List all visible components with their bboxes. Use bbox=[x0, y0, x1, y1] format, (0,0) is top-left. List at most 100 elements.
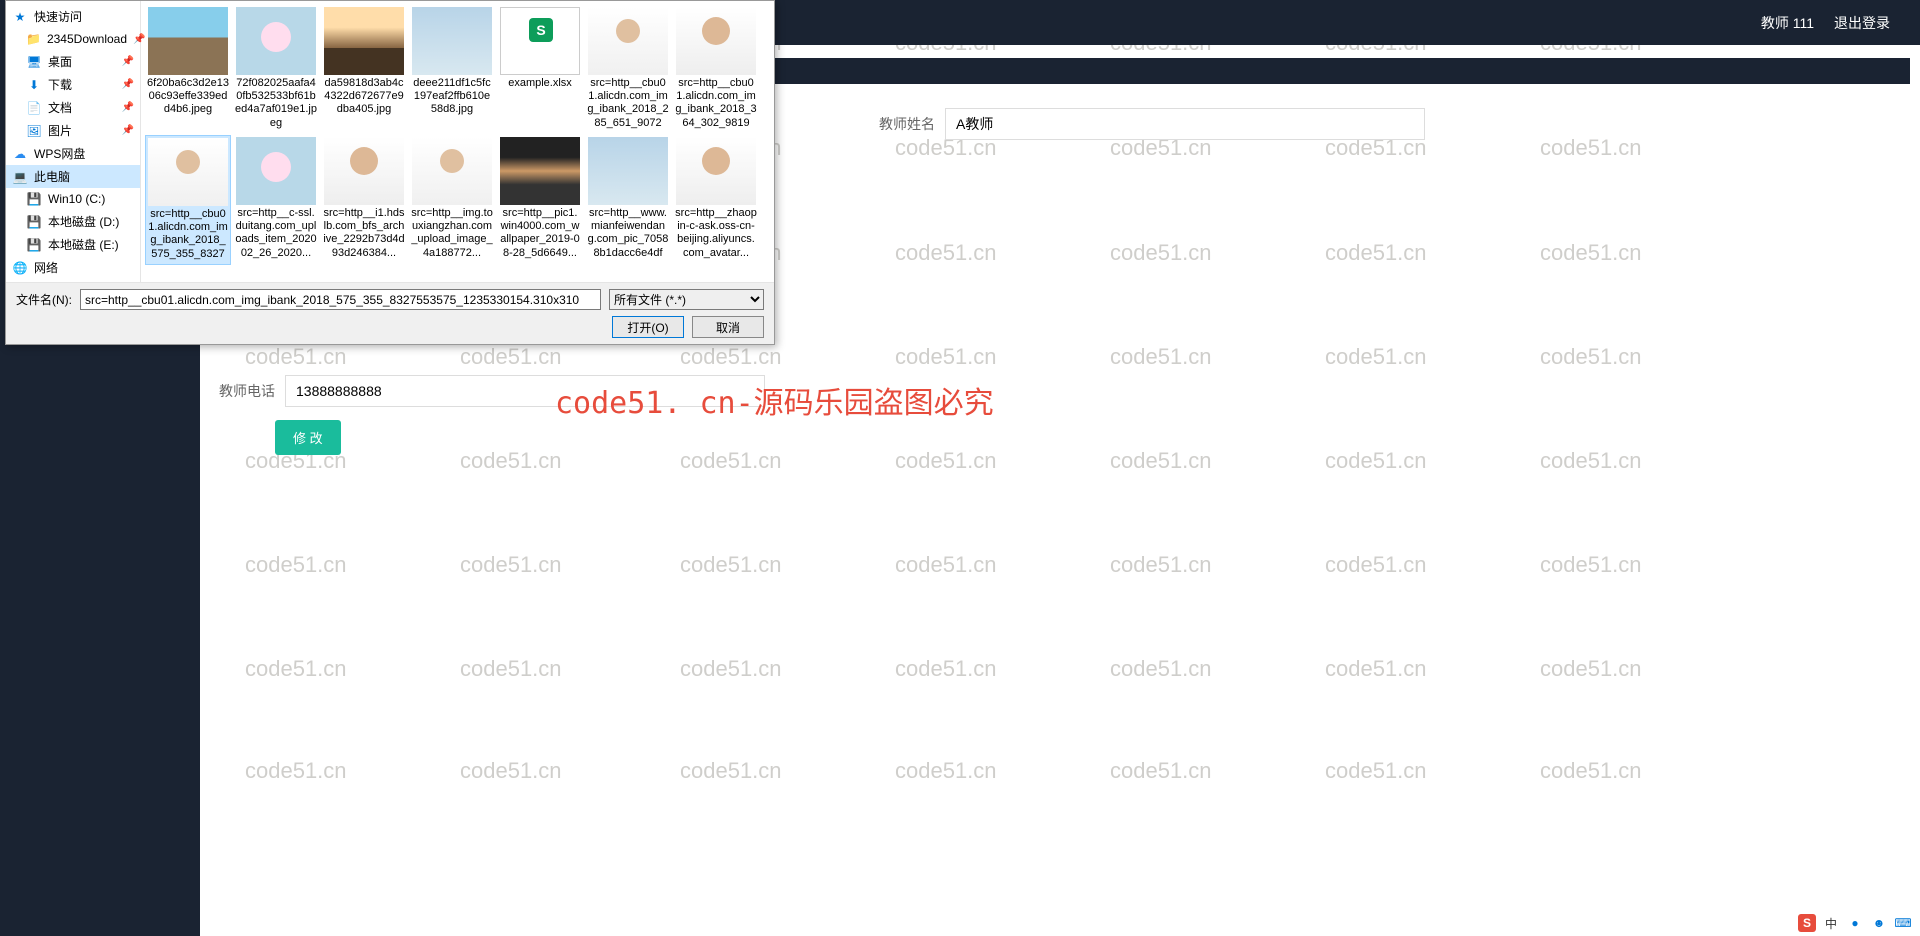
file-thumbnail bbox=[500, 7, 580, 75]
file-open-dialog: ★快速访问 📁2345Download📌 🖥桌面📌 ⬇下载📌 📄文档📌 🖼图片📌… bbox=[5, 0, 775, 345]
file-thumbnail bbox=[324, 137, 404, 205]
teacher-phone-label: 教师电话 bbox=[215, 381, 275, 401]
pin-icon: 📌 bbox=[122, 79, 134, 90]
nav-pictures[interactable]: 🖼图片📌 bbox=[6, 119, 140, 142]
network-icon: 🌐 bbox=[12, 260, 28, 276]
nav-network[interactable]: 🌐网络 bbox=[6, 256, 140, 279]
watermark-text: code51.cn bbox=[1110, 344, 1212, 370]
file-item[interactable]: src=http__pic1.win4000.com_wallpaper_201… bbox=[497, 135, 583, 265]
file-name-label: src=http__cbu01.alicdn.com_img_ibank_201… bbox=[148, 208, 228, 262]
watermark-text: code51.cn bbox=[680, 656, 782, 682]
dialog-nav: ★快速访问 📁2345Download📌 🖥桌面📌 ⬇下载📌 📄文档📌 🖼图片📌… bbox=[6, 1, 141, 282]
nav-wps[interactable]: ☁WPS网盘 bbox=[6, 142, 140, 165]
watermark-text: code51.cn bbox=[680, 552, 782, 578]
watermark-text: code51.cn bbox=[895, 240, 997, 266]
tray-app-icon[interactable]: S bbox=[1798, 914, 1816, 932]
watermark-text: code51.cn bbox=[1540, 135, 1642, 161]
watermark-text: code51.cn bbox=[1325, 758, 1427, 784]
file-name-label: src=http__img.touxiangzhan.com_upload_im… bbox=[411, 207, 493, 260]
teacher-name-input[interactable] bbox=[945, 108, 1425, 140]
nav-quick-access[interactable]: ★快速访问 bbox=[6, 5, 140, 28]
download-icon: ⬇ bbox=[26, 77, 42, 93]
watermark-text: code51.cn bbox=[1110, 448, 1212, 474]
drive-icon: 💾 bbox=[26, 191, 42, 207]
file-item[interactable]: src=http__zhaopin-c-ask.oss-cn-beijing.a… bbox=[673, 135, 759, 265]
file-name-label: src=http__cbu01.alicdn.com_img_ibank_201… bbox=[675, 77, 757, 131]
file-item[interactable]: src=http__i1.hdslb.com_bfs_archive_2292b… bbox=[321, 135, 407, 265]
file-item[interactable]: deee211df1c5fc197eaf2ffb610e58d8.jpg bbox=[409, 5, 495, 133]
file-thumbnail bbox=[324, 7, 404, 75]
nav-documents[interactable]: 📄文档📌 bbox=[6, 96, 140, 119]
dialog-bottom: 文件名(N): 所有文件 (*.*) 打开(O) 取消 bbox=[6, 282, 774, 344]
submit-button[interactable]: 修 改 bbox=[275, 420, 341, 455]
file-item[interactable]: da59818d3ab4c4322d672677e9dba405.jpg bbox=[321, 5, 407, 133]
tray-keyboard-icon[interactable]: ⌨ bbox=[1894, 914, 1912, 932]
file-name-label: src=http__c-ssl.duitang.com_uploads_item… bbox=[235, 207, 317, 260]
file-item[interactable]: src=http__www.mianfeiwendang.com_pic_705… bbox=[585, 135, 671, 265]
system-tray: S 中 ● ☻ ⌨ bbox=[1798, 914, 1912, 932]
watermark-text: code51.cn bbox=[1540, 758, 1642, 784]
watermark-text: code51.cn bbox=[1325, 240, 1427, 266]
cloud-icon: ☁ bbox=[12, 146, 28, 162]
file-item[interactable]: src=http__cbu01.alicdn.com_img_ibank_201… bbox=[145, 135, 231, 265]
nav-this-pc[interactable]: 💻此电脑 bbox=[6, 165, 140, 188]
file-item[interactable]: 72f082025aafa40fb532533bf61bed4a7af019e1… bbox=[233, 5, 319, 133]
watermark-text: code51.cn bbox=[1110, 656, 1212, 682]
file-thumbnail bbox=[500, 137, 580, 205]
watermark-text: code51.cn bbox=[1110, 552, 1212, 578]
watermark-text: code51.cn bbox=[1325, 656, 1427, 682]
file-list: 6f20ba6c3d2e1306c93effe339edd4b6.jpeg72f… bbox=[141, 1, 774, 282]
nav-desktop[interactable]: 🖥桌面📌 bbox=[6, 50, 140, 73]
nav-drive-e[interactable]: 💾本地磁盘 (E:) bbox=[6, 233, 140, 256]
watermark-text: code51.cn bbox=[680, 344, 782, 370]
user-label[interactable]: 教师 111 bbox=[1761, 13, 1814, 33]
file-item[interactable]: 6f20ba6c3d2e1306c93effe339edd4b6.jpeg bbox=[145, 5, 231, 133]
file-item[interactable]: example.xlsx bbox=[497, 5, 583, 133]
file-item[interactable]: src=http__cbu01.alicdn.com_img_ibank_201… bbox=[585, 5, 671, 133]
desktop-icon: 🖥 bbox=[26, 54, 42, 70]
file-name-label: src=http__pic1.win4000.com_wallpaper_201… bbox=[499, 207, 581, 260]
tray-face-icon[interactable]: ☻ bbox=[1870, 914, 1888, 932]
nav-download-folder[interactable]: 📁2345Download📌 bbox=[6, 28, 140, 50]
ime-icon[interactable]: 中 bbox=[1822, 914, 1840, 932]
watermark-text: code51.cn bbox=[1325, 448, 1427, 474]
file-thumbnail bbox=[412, 7, 492, 75]
file-name-label: example.xlsx bbox=[508, 77, 572, 90]
filter-select[interactable]: 所有文件 (*.*) bbox=[609, 289, 764, 310]
big-watermark: code51. cn-源码乐园盗图必究 bbox=[555, 378, 994, 422]
watermark-text: code51.cn bbox=[1325, 344, 1427, 370]
filename-input[interactable] bbox=[80, 289, 601, 310]
file-thumbnail bbox=[236, 137, 316, 205]
watermark-text: code51.cn bbox=[680, 448, 782, 474]
pin-icon: 📌 bbox=[122, 102, 134, 113]
logout-link[interactable]: 退出登录 bbox=[1834, 13, 1890, 33]
file-thumbnail bbox=[588, 7, 668, 75]
tray-dot-icon[interactable]: ● bbox=[1846, 914, 1864, 932]
file-item[interactable]: src=http__img.touxiangzhan.com_upload_im… bbox=[409, 135, 495, 265]
watermark-text: code51.cn bbox=[1540, 344, 1642, 370]
file-name-label: src=http__zhaopin-c-ask.oss-cn-beijing.a… bbox=[675, 207, 757, 260]
nav-drive-c[interactable]: 💾Win10 (C:) bbox=[6, 188, 140, 210]
open-button[interactable]: 打开(O) bbox=[612, 316, 684, 338]
cancel-button[interactable]: 取消 bbox=[692, 316, 764, 338]
pc-icon: 💻 bbox=[12, 169, 28, 185]
teacher-name-row: 教师姓名 bbox=[875, 108, 1425, 140]
file-item[interactable]: src=http__c-ssl.duitang.com_uploads_item… bbox=[233, 135, 319, 265]
drive-icon: 💾 bbox=[26, 214, 42, 230]
file-thumbnail bbox=[236, 7, 316, 75]
file-name-label: da59818d3ab4c4322d672677e9dba405.jpg bbox=[323, 77, 405, 117]
nav-downloads[interactable]: ⬇下载📌 bbox=[6, 73, 140, 96]
watermark-text: code51.cn bbox=[460, 758, 562, 784]
file-name-label: src=http__cbu01.alicdn.com_img_ibank_201… bbox=[587, 77, 669, 131]
file-thumbnail bbox=[676, 7, 756, 75]
drive-icon: 💾 bbox=[26, 237, 42, 253]
file-thumbnail bbox=[148, 7, 228, 75]
file-item[interactable]: src=http__cbu01.alicdn.com_img_ibank_201… bbox=[673, 5, 759, 133]
file-thumbnail bbox=[588, 137, 668, 205]
filename-label: 文件名(N): bbox=[16, 291, 72, 308]
file-name-label: src=http__i1.hdslb.com_bfs_archive_2292b… bbox=[323, 207, 405, 260]
nav-drive-d[interactable]: 💾本地磁盘 (D:) bbox=[6, 210, 140, 233]
teacher-name-label: 教师姓名 bbox=[875, 114, 935, 134]
file-name-label: deee211df1c5fc197eaf2ffb610e58d8.jpg bbox=[411, 77, 493, 117]
watermark-text: code51.cn bbox=[460, 344, 562, 370]
